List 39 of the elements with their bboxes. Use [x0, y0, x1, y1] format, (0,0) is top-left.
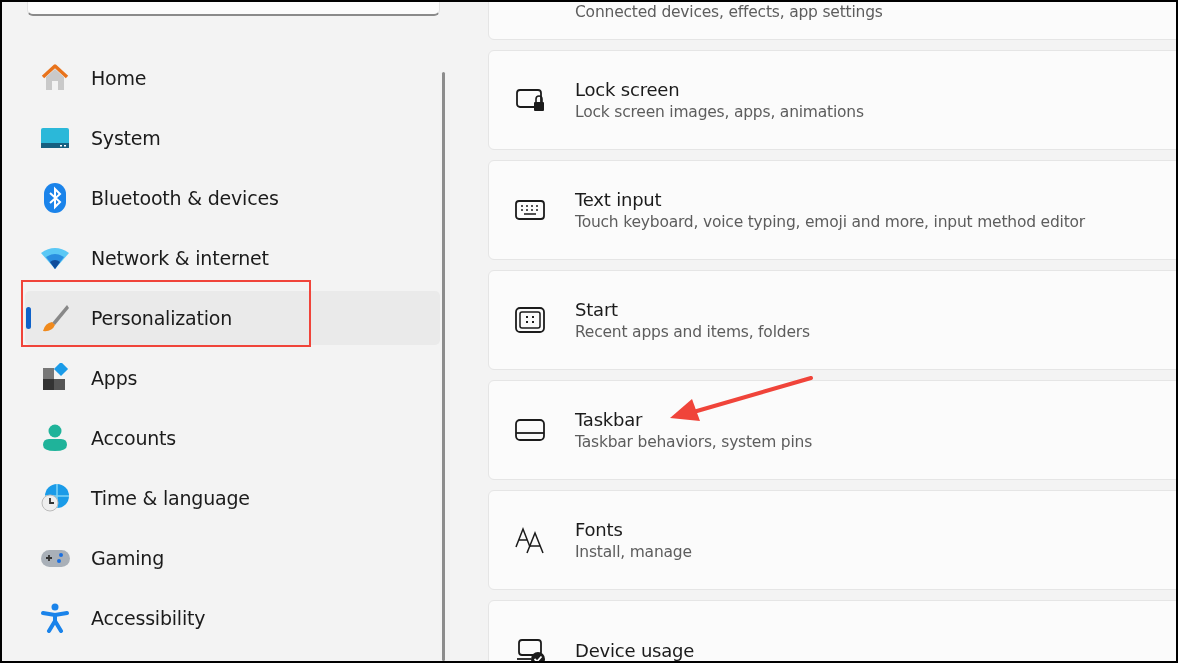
- card-title: Lock screen: [575, 79, 681, 100]
- card-title: Fonts: [575, 519, 624, 540]
- globe-clock-icon: [40, 483, 70, 513]
- nav-item[interactable]: Accounts: [25, 411, 440, 465]
- card-subtitle: Lock screen images, apps, animations: [575, 103, 864, 121]
- settings-card[interactable]: Fonts Install, manage: [488, 490, 1176, 590]
- apps-icon: [40, 363, 70, 393]
- card-subtitle: Connected devices, effects, app settings: [575, 3, 883, 21]
- nav-item[interactable]: Time & language: [25, 471, 440, 525]
- settings-card[interactable]: Taskbar Taskbar behaviors, system pins: [488, 380, 1176, 480]
- scrollbar[interactable]: [442, 72, 445, 661]
- nav-item[interactable]: Network & internet: [25, 231, 440, 285]
- nav-item[interactable]: Personalization: [25, 291, 440, 345]
- nav-item[interactable]: System: [25, 111, 440, 165]
- fonts-icon: [515, 525, 545, 555]
- card-subtitle: Taskbar behaviors, system pins: [575, 433, 813, 451]
- nav-item[interactable]: Apps: [25, 351, 440, 405]
- nav-item[interactable]: Bluetooth & devices: [25, 171, 440, 225]
- nav-item[interactable]: Gaming: [25, 531, 440, 585]
- paintbrush-icon: [40, 303, 70, 333]
- selection-indicator: [26, 307, 31, 329]
- settings-card[interactable]: Lock screen Lock screen images, apps, animations: [488, 50, 1176, 150]
- settings-card[interactable]: Connected devices, effects, app settings: [488, 2, 1176, 40]
- card-title: Taskbar: [575, 409, 644, 430]
- accessibility-icon: [40, 603, 70, 633]
- card-subtitle: Touch keyboard, voice typing, emoji and more, input method editor: [575, 213, 1085, 231]
- nav-item[interactable]: Accessibility: [25, 591, 440, 645]
- card-subtitle: Recent apps and items, folders: [575, 323, 810, 341]
- start-icon: [515, 305, 545, 335]
- card-title: Start: [575, 299, 619, 320]
- card-title: Device usage: [575, 639, 695, 661]
- settings-card[interactable]: Device usage: [488, 600, 1176, 661]
- card-title: Text input: [575, 189, 663, 210]
- settings-card[interactable]: Text input Touch keyboard, voice typing, emoji and more, input method editor: [488, 160, 1176, 260]
- person-icon: [40, 423, 70, 453]
- nav-item[interactable]: Home: [25, 51, 440, 105]
- settings-card[interactable]: Start Recent apps and items, folders: [488, 270, 1176, 370]
- card-subtitle: Install, manage: [575, 543, 692, 561]
- home-icon: [40, 63, 70, 93]
